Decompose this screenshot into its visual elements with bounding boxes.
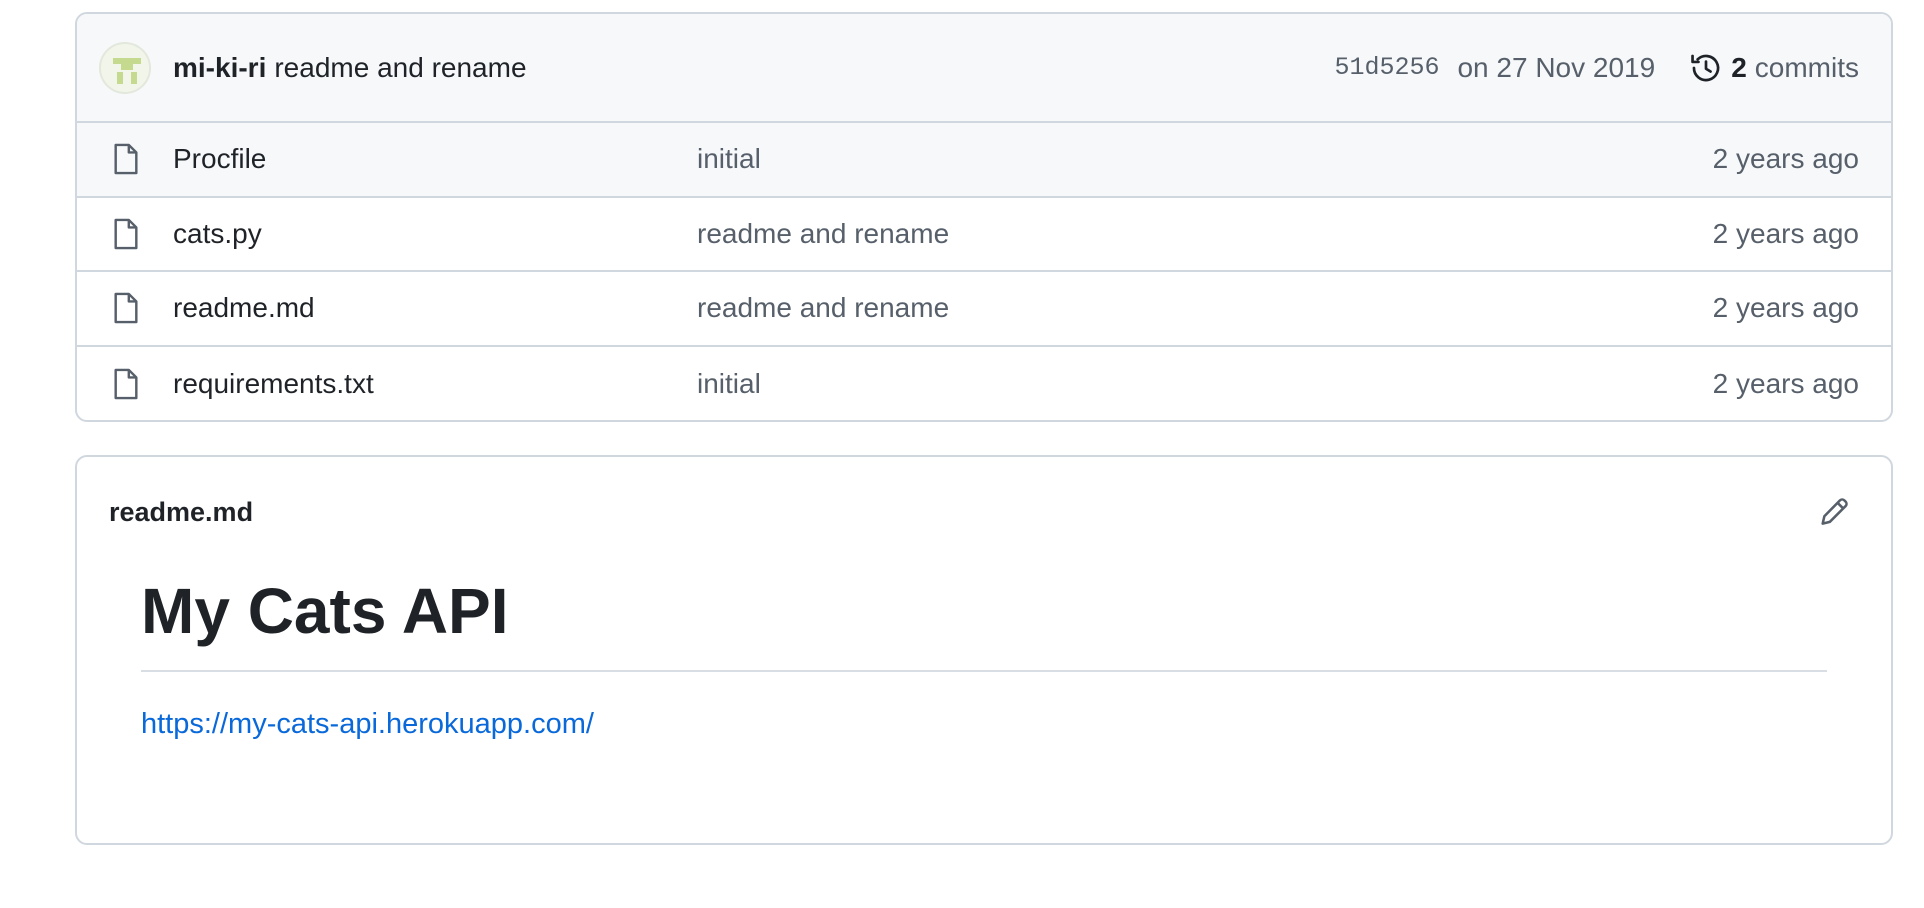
- file-commit-link[interactable]: initial: [697, 368, 1713, 400]
- file-age: 2 years ago: [1712, 292, 1859, 324]
- file-commit-link[interactable]: readme and rename: [697, 292, 1713, 324]
- commit-date: on 27 Nov 2019: [1457, 51, 1656, 83]
- author-avatar[interactable]: [99, 41, 151, 94]
- commit-sha-link[interactable]: 51d5256: [1334, 53, 1439, 82]
- file-name-link[interactable]: Procfile: [173, 143, 697, 175]
- file-age: 2 years ago: [1712, 217, 1859, 249]
- file-commit-link[interactable]: initial: [697, 143, 1713, 175]
- readme-panel: readme.md My Cats API https://my-cats-ap…: [75, 455, 1893, 845]
- file-age: 2 years ago: [1712, 143, 1859, 175]
- file-name-link[interactable]: readme.md: [173, 292, 697, 324]
- file-commit-link[interactable]: readme and rename: [697, 218, 1713, 250]
- file-icon: [114, 218, 138, 250]
- file-row[interactable]: cats.py readme and rename 2 years ago: [77, 198, 1891, 272]
- history-icon: [1691, 54, 1720, 81]
- commits-history-link[interactable]: 2 commits: [1689, 51, 1859, 85]
- pencil-icon[interactable]: [1817, 495, 1851, 529]
- file-icon: [114, 143, 138, 175]
- readme-header: readme.md: [77, 457, 1891, 567]
- file-name-link[interactable]: requirements.txt: [173, 368, 697, 400]
- file-icon: [114, 368, 138, 400]
- readme-content: My Cats API https://my-cats-api.herokuap…: [77, 567, 1891, 741]
- file-age: 2 years ago: [1712, 367, 1859, 399]
- identicon-avatar-icon: [113, 57, 141, 84]
- readme-filename-link[interactable]: readme.md: [109, 497, 1817, 528]
- file-name-link[interactable]: cats.py: [173, 218, 697, 250]
- readme-title: My Cats API: [141, 567, 1827, 672]
- file-row[interactable]: Procfile initial 2 years ago: [77, 123, 1891, 198]
- repo-page: mi-ki-ri readme and rename 51d5256 on 27…: [0, 0, 1924, 908]
- commit-message-link[interactable]: readme and rename: [274, 52, 526, 84]
- file-row[interactable]: requirements.txt initial 2 years ago: [77, 347, 1891, 421]
- file-row[interactable]: readme.md readme and rename 2 years ago: [77, 272, 1891, 347]
- commit-author-link[interactable]: mi-ki-ri: [173, 52, 266, 84]
- commits-count: 2: [1731, 51, 1747, 83]
- latest-commit-bar: mi-ki-ri readme and rename 51d5256 on 27…: [77, 14, 1891, 123]
- file-browser: mi-ki-ri readme and rename 51d5256 on 27…: [75, 12, 1893, 422]
- file-icon: [114, 292, 138, 324]
- readme-app-link[interactable]: https://my-cats-api.herokuapp.com/: [141, 708, 594, 741]
- commits-label: commits: [1754, 51, 1859, 83]
